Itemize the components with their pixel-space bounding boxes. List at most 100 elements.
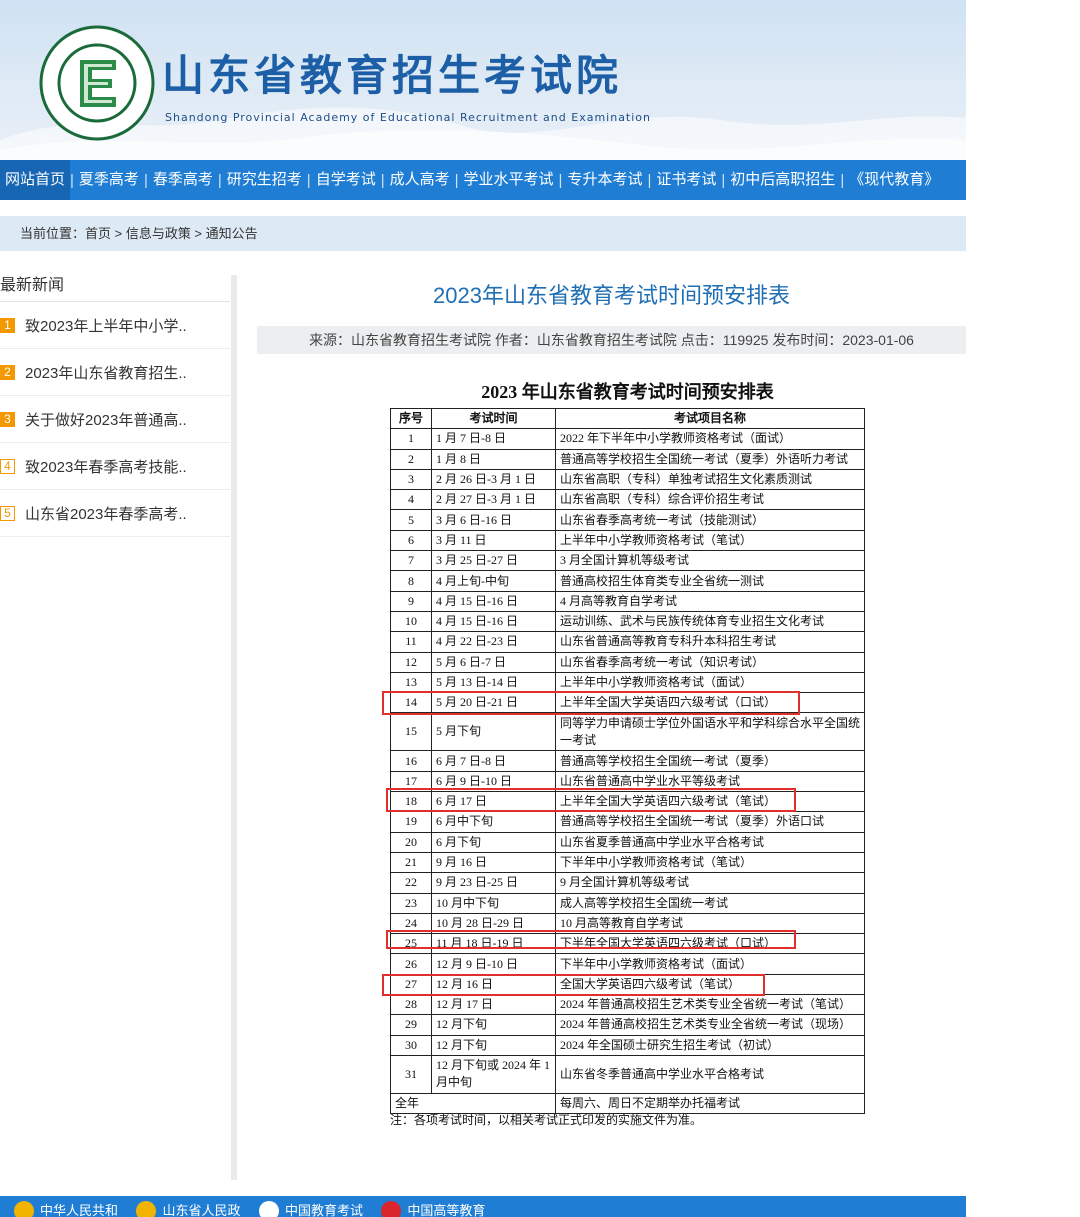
- row-number: 7: [390, 550, 432, 572]
- exam-name: 上半年中小学教师资格考试（面试）: [555, 671, 865, 694]
- exam-time: 12 月 17 日: [431, 994, 556, 1016]
- table-row: 53 月 6 日-16 日山东省春季高考统一考试（技能测试）: [390, 509, 865, 531]
- news-item[interactable]: 3 关于做好2023年普通高..: [0, 396, 230, 443]
- exam-name: 普通高等学校招生全国统一考试（夏季）外语听力考试: [555, 448, 865, 470]
- emblem-icon: [14, 1200, 34, 1217]
- header-exam: 考试项目名称: [555, 407, 865, 430]
- footer-link[interactable]: 中国高等教育: [381, 1200, 485, 1217]
- news-item[interactable]: 1 致2023年上半年中小学..: [0, 302, 230, 349]
- table-row: 12 5 月 6 日-7 日山东省春季高考统一考试（知识考试）: [390, 651, 865, 673]
- table-row: 10 4 月 15 日-16 日运动训练、武术与民族传统体育专业招生文化考试: [390, 610, 865, 633]
- row-number: 15: [390, 712, 432, 752]
- exam-time: 12 月下旬: [431, 1034, 556, 1056]
- table-row: 21 9 月 16 日下半年中小学教师资格考试（笔试）: [390, 851, 865, 874]
- nav-spring-gaokao[interactable]: 春季高考: [148, 160, 218, 200]
- table-row: 19 6 月中下旬 普通高等学校招生全国统一考试（夏季）外语口试: [390, 811, 865, 833]
- exam-name: 普通高等学校招生全国统一考试（夏季）外语口试: [555, 811, 865, 833]
- article-title: 2023年山东省教育考试时间预安排表: [433, 283, 790, 308]
- row-number: 19: [390, 811, 432, 833]
- row-number: 5: [390, 509, 432, 531]
- row-number: 1: [390, 428, 432, 450]
- sidebar: 最新新闻 1 致2023年上半年中小学.. 2 2023年山东省教育招生.. 3 关于…: [0, 275, 237, 1180]
- exam-name: 山东省夏季普通高中学业水平合格考试: [555, 831, 865, 853]
- exam-name: 下半年中小学教师资格考试（笔试）: [555, 851, 865, 874]
- exam-time: 1 月 8 日: [431, 448, 556, 470]
- nav-vocational[interactable]: 初中后高职招生: [725, 160, 840, 200]
- exam-time: 3 月 25 日-27 日: [431, 550, 556, 572]
- exam-name: 2024 年普通高校招生艺术类专业全省统一考试（现场）: [555, 1014, 865, 1036]
- row-number: 6: [390, 529, 432, 552]
- row-number: 10: [390, 610, 432, 633]
- header-no: 序号: [390, 407, 432, 430]
- exam-name: 普通高校招生体育类专业全省统一测试: [555, 570, 865, 592]
- exam-time: 2 月 26 日-3 月 1 日: [431, 468, 556, 491]
- exam-name: 9 月全国计算机等级考试: [555, 872, 865, 894]
- exam-time: 12 月 9 日-10 日: [431, 953, 556, 975]
- news-link[interactable]: 关于做好2023年普通高..: [25, 409, 187, 430]
- table-row: 32 月 26 日-3 月 1 日山东省高职（专科）单独考试招生文化素质测试: [390, 468, 865, 491]
- table-row: 63 月 11 日上半年中小学教师资格考试（笔试）: [390, 529, 865, 552]
- nav-academic-level[interactable]: 学业水平考试: [459, 160, 559, 200]
- exam-time: 4 月 22 日-23 日: [431, 631, 556, 653]
- row-number: 9: [390, 590, 432, 612]
- nav-certificate[interactable]: 证书考试: [651, 160, 721, 200]
- footer-links-bar: 中华人民共和 山东省人民政 中国教育考试 中国高等教育: [0, 1196, 966, 1217]
- breadcrumb: 当前位置：首页 > 信息与政策 > 通知公告: [0, 216, 966, 251]
- exam-name: 下半年中小学教师资格考试（面试）: [555, 953, 865, 975]
- table-title: 2023 年山东省教育考试时间预安排表: [481, 382, 774, 402]
- exam-name: 山东省普通高等教育专科升本科招生考试: [555, 631, 865, 653]
- table-row: 13 5 月 13 日-14 日上半年中小学教师资格考试（面试）: [390, 671, 865, 694]
- news-link[interactable]: 山东省2023年春季高考..: [25, 503, 187, 524]
- nav-adult-gaokao[interactable]: 成人高考: [385, 160, 455, 200]
- flame-icon: [381, 1200, 402, 1217]
- nav-upgrade-exam[interactable]: 专升本考试: [562, 160, 647, 200]
- row-number: 20: [390, 831, 432, 853]
- row-number: 8: [390, 570, 432, 592]
- nav-graduate[interactable]: 研究生招考: [222, 160, 307, 200]
- highlight-box: [382, 974, 765, 996]
- nav-self-study[interactable]: 自学考试: [311, 160, 381, 200]
- exam-time: 4 月 15 日-16 日: [431, 610, 556, 633]
- exam-name: 4 月高等教育自学考试: [555, 590, 865, 612]
- news-item[interactable]: 4 致2023年春季高考技能..: [0, 443, 230, 490]
- table-note: 注：各项考试时间，以相关考试正式印发的实施文件为准。: [390, 1113, 703, 1127]
- exam-time: 4 月上旬-中旬: [431, 570, 556, 592]
- news-item[interactable]: 5 山东省2023年春季高考..: [0, 490, 230, 537]
- exam-time: 4 月 15 日-16 日: [431, 590, 556, 612]
- news-link[interactable]: 致2023年春季高考技能..: [25, 456, 187, 477]
- footer-link[interactable]: 山东省人民政: [136, 1200, 240, 1217]
- exam-name: 山东省春季高考统一考试（技能测试）: [555, 509, 865, 531]
- exam-name: 山东省春季高考统一考试（知识考试）: [555, 651, 865, 673]
- exam-name: 2022 年下半年中小学教师资格考试（面试）: [555, 428, 865, 450]
- nav-home[interactable]: 网站首页: [0, 160, 71, 200]
- row-number: 16: [390, 750, 432, 772]
- row-number: 29: [390, 1014, 432, 1036]
- row-number: 23: [390, 892, 432, 914]
- row-number: 28: [390, 994, 432, 1016]
- exam-time: 5 月 6 日-7 日: [431, 651, 556, 673]
- academy-logo: [39, 25, 155, 141]
- table-row: 30 12 月下旬 2024 年全国硕士研究生招生考试（初试）: [390, 1034, 865, 1056]
- nav-summer-gaokao[interactable]: 夏季高考: [74, 160, 144, 200]
- news-link[interactable]: 2023年山东省教育招生..: [25, 362, 187, 383]
- nav-modern-education[interactable]: 《现代教育》: [844, 160, 944, 200]
- row-number: 13: [390, 671, 432, 694]
- exam-time: 5 月 13 日-14 日: [431, 671, 556, 694]
- rank-badge: 4: [0, 458, 15, 474]
- exam-time: 10 月中下旬: [431, 892, 556, 914]
- exam-name: 3 月全国计算机等级考试: [555, 550, 865, 572]
- news-item[interactable]: 2 2023年山东省教育招生..: [0, 349, 230, 396]
- exam-time: 6 月 7 日-8 日: [431, 750, 556, 772]
- rank-badge: 1: [0, 317, 15, 333]
- highlight-box: [386, 930, 796, 949]
- table-row: 20 6 月下旬 山东省夏季普通高中学业水平合格考试: [390, 831, 865, 853]
- row-number: 3: [390, 468, 432, 491]
- table-row: 22 9 月 23 日-25 日9 月全国计算机等级考试: [390, 872, 865, 894]
- news-link[interactable]: 致2023年上半年中小学..: [25, 315, 187, 336]
- exam-time: 1 月 7 日-8 日: [431, 428, 556, 450]
- rank-badge: 2: [0, 364, 15, 380]
- article-meta: 来源：山东省教育招生考试院 作者：山东省教育招生考试院 点击：119925 发布…: [257, 326, 966, 354]
- footer-link[interactable]: 中华人民共和: [14, 1200, 118, 1217]
- exam-time: 3 月 11 日: [431, 529, 556, 552]
- footer-link[interactable]: 中国教育考试: [258, 1200, 363, 1217]
